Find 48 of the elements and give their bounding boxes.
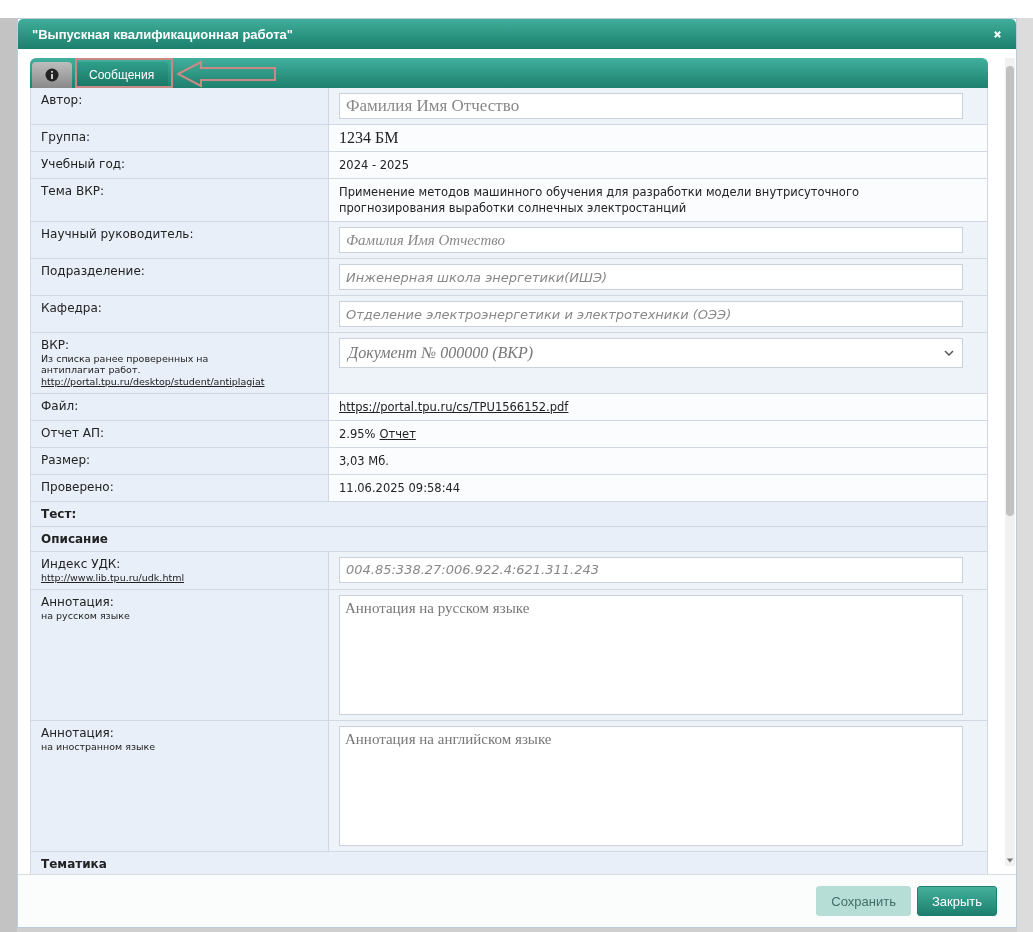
scroll-down-icon[interactable] [1006,858,1014,864]
field-label: Проверено: [41,479,114,494]
info-tab[interactable] [32,62,72,88]
field-label: Учебный год: [41,157,126,171]
field-label: Аннотация: [41,594,114,609]
field-label: Отчет АП: [41,425,104,440]
field-value: 11.06.2025 09:58:44 [339,479,461,496]
field-value: 1234 БМ [339,130,399,146]
section-header: Тест: [31,501,987,527]
input-field[interactable]: 004.85:338.27:006.922.4:621.311.243 [339,556,963,583]
field-label: ВКР: [41,338,70,352]
scrollbar-thumb[interactable] [1006,66,1014,516]
report-link[interactable]: Отчет [379,425,416,442]
window-title: "Выпускная квалификационная работа" [32,26,293,42]
field-label: Автор: [41,93,83,107]
field-value: Применение методов машинного обучения для разработки модели внутрисуточного прогнозирования выработки солнечных электростанций [339,184,860,216]
field-value: 2024 - 2025 [339,157,409,173]
close-icon[interactable] [993,29,1002,39]
field-label: Научный руководитель: [41,227,194,241]
dialog-button[interactable]: Закрыть [916,886,997,916]
messages-tab[interactable]: Сообщения [75,62,169,88]
field-label: Тема ВКР: [41,184,104,198]
chevron-down-icon [944,350,954,356]
section-header: Тематика [31,851,987,874]
field-value: 3,03 Мб. [339,452,389,469]
info-icon [45,68,59,82]
help-link[interactable]: http://www.lib.tpu.ru/udk.html [41,571,185,585]
field-label: Подразделение: [41,264,145,278]
input-field[interactable]: Отделение электроэнергетики и электротехники (ОЭЭ) [339,301,963,327]
field-label: Группа: [41,130,91,144]
field-note: на русском языке [41,609,130,621]
section-header: Описание [31,526,987,552]
field-value: 2.95% [339,425,376,442]
field-label: Аннотация: [41,725,114,740]
input-field[interactable]: Фамилия Имя Отчество [339,93,963,119]
field-note: на иностранном языке [41,740,156,752]
input-field[interactable]: Фамилия Имя Отчество [339,227,963,253]
field-label: Размер: [41,452,91,467]
field-label: Файл: [41,398,79,413]
field-label: Кафедра: [41,301,102,315]
scrollbar[interactable] [1005,58,1015,866]
select-field[interactable]: Документ № 000000 (ВКР) [339,338,963,368]
field-label: Индекс УДК: [41,556,121,571]
input-field[interactable]: Инженерная школа энергетики(ИШЭ) [339,264,963,290]
field-note: Из списка ранее проверенных на антиплагиат работ. [41,353,210,375]
text-area[interactable]: Аннотация на русском языке [339,594,963,715]
help-link[interactable]: http://portal.tpu.ru/desktop/student/antiplagiat [41,376,265,389]
text-area[interactable]: Аннотация на английском языке [339,725,963,846]
